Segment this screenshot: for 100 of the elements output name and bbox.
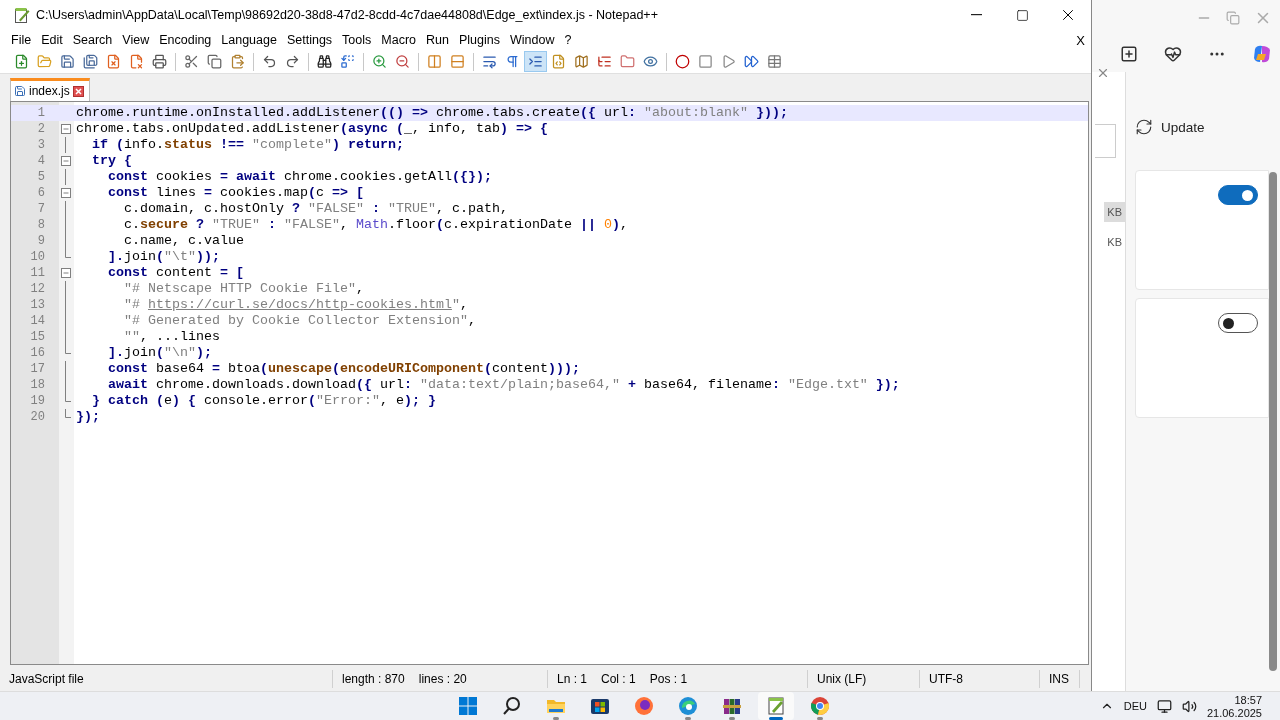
close-all-icon bbox=[129, 54, 144, 69]
stop-icon bbox=[698, 54, 713, 69]
minimize-icon bbox=[970, 14, 982, 16]
line-number: 3 bbox=[36, 137, 46, 153]
open-folder-icon bbox=[37, 54, 52, 69]
menu-item[interactable]: Window bbox=[504, 33, 560, 47]
close-file-icon bbox=[106, 54, 121, 69]
fast-forward-icon bbox=[744, 54, 759, 69]
fold-end-line bbox=[65, 409, 71, 418]
toggle-switch[interactable] bbox=[1218, 313, 1258, 333]
volume-icon[interactable] bbox=[1181, 698, 1197, 714]
window-title: C:\Users\admin\AppData\Local\Temp\98692d20-38d8-47d2-8cdd-4c7dae44808d\Edge_ext\index.js - Notepad++ bbox=[36, 8, 659, 22]
menu-item[interactable]: Encoding bbox=[154, 33, 217, 47]
code-editor[interactable] bbox=[10, 101, 1089, 665]
cut-icon bbox=[184, 54, 199, 69]
firefox-icon bbox=[634, 696, 654, 716]
status-text: UTF-8 bbox=[929, 672, 963, 686]
menu-item[interactable]: ? bbox=[559, 33, 577, 47]
menu-item[interactable]: Tools bbox=[337, 33, 377, 47]
menu-item[interactable]: Language bbox=[216, 33, 282, 47]
input-field[interactable] bbox=[1095, 124, 1116, 158]
chrome-icon bbox=[810, 696, 830, 716]
print-icon bbox=[152, 54, 167, 69]
fold-line bbox=[65, 169, 67, 185]
code-line: const lines = cookies.map(c => [ bbox=[107, 185, 364, 201]
line-number: 1 bbox=[36, 105, 46, 121]
fold-minus-icon[interactable] bbox=[61, 268, 71, 278]
code-line: await chrome.downloads.download({ url: "data:text/plain;base64," + base64, filename: "Edge.txt" }); bbox=[107, 377, 900, 393]
code-line: "# https://curl.se/docs/http-cookies.html", bbox=[123, 297, 468, 313]
fold-end-line bbox=[65, 249, 71, 258]
heart-icon[interactable] bbox=[1164, 44, 1182, 63]
scrollbar[interactable] bbox=[1269, 172, 1277, 671]
update-button[interactable]: Update bbox=[1161, 119, 1205, 135]
menu-item[interactable]: Search bbox=[67, 33, 118, 47]
zoom-out-icon bbox=[395, 54, 410, 69]
line-number: 20 bbox=[29, 409, 46, 425]
toggle-switch[interactable] bbox=[1218, 185, 1258, 205]
line-number: 11 bbox=[29, 265, 46, 281]
line-number: 13 bbox=[29, 297, 46, 313]
menu-item[interactable]: Plugins bbox=[453, 33, 505, 47]
line-number: 19 bbox=[29, 393, 46, 409]
line-number: 18 bbox=[29, 377, 46, 393]
status-text: INS bbox=[1049, 672, 1069, 686]
close-document-button[interactable]: X bbox=[1076, 32, 1085, 48]
line-number: 4 bbox=[36, 153, 46, 169]
refresh-icon bbox=[1135, 118, 1153, 136]
indent-button[interactable] bbox=[524, 51, 547, 72]
paste-icon bbox=[230, 54, 245, 69]
network-icon[interactable] bbox=[1156, 698, 1172, 714]
windows-start-icon bbox=[458, 696, 478, 716]
close-icon[interactable] bbox=[72, 85, 84, 97]
collections-icon[interactable] bbox=[1120, 44, 1138, 63]
search-icon bbox=[502, 696, 522, 716]
fold-end-line bbox=[65, 393, 71, 402]
play-icon bbox=[721, 54, 736, 69]
fold-minus-icon[interactable] bbox=[61, 124, 71, 134]
code-link[interactable]: https://curl.se/docs/http-cookies.html bbox=[148, 297, 452, 312]
menu-item[interactable]: Settings bbox=[281, 33, 338, 47]
menu-item[interactable]: View bbox=[117, 33, 155, 47]
line-number: 8 bbox=[36, 217, 46, 233]
columns-icon bbox=[427, 54, 442, 69]
store-icon bbox=[590, 696, 610, 716]
fold-line bbox=[65, 137, 67, 153]
line-number: 9 bbox=[36, 233, 46, 249]
menu-item[interactable]: Edit bbox=[36, 33, 68, 47]
menu-item[interactable]: Run bbox=[421, 33, 454, 47]
code-line: if (info.status !== "complete") return; bbox=[91, 137, 404, 153]
maximize-icon bbox=[1015, 8, 1029, 22]
status-text: length : 870 bbox=[342, 672, 405, 686]
file-tab[interactable]: index.js bbox=[10, 78, 90, 101]
clock-time[interactable]: 18:57 bbox=[1234, 693, 1262, 706]
table-icon bbox=[767, 54, 782, 69]
status-text: Col : 1 bbox=[601, 672, 636, 686]
code-line: "# Generated by Cookie Collector Extension", bbox=[123, 313, 476, 329]
save-icon bbox=[60, 54, 75, 69]
zoom-in-icon bbox=[372, 54, 387, 69]
size-label: KB bbox=[1106, 235, 1123, 250]
line-number: 10 bbox=[29, 249, 46, 265]
code-line: "# Netscape HTTP Cookie File", bbox=[123, 281, 364, 297]
copilot-icon[interactable] bbox=[1252, 43, 1272, 64]
menu-item[interactable]: File bbox=[6, 33, 37, 47]
new-file-icon bbox=[14, 54, 29, 69]
language-indicator[interactable]: DEU bbox=[1123, 700, 1147, 712]
status-text: lines : 20 bbox=[418, 672, 467, 686]
fold-minus-icon[interactable] bbox=[61, 188, 71, 198]
find-icon bbox=[317, 54, 332, 69]
redo-icon bbox=[285, 54, 300, 69]
eye-icon bbox=[643, 54, 658, 69]
fold-minus-icon[interactable] bbox=[61, 156, 71, 166]
close-icon[interactable] bbox=[1096, 66, 1110, 80]
code-line: ].join("\t")); bbox=[107, 249, 220, 265]
menu-item[interactable]: Macro bbox=[376, 33, 422, 47]
line-number: 7 bbox=[36, 201, 46, 217]
code-line: const content = [ bbox=[107, 265, 244, 281]
code-line: chrome.tabs.onUpdated.addListener(async (_, info, tab) => { bbox=[76, 121, 548, 137]
map-icon bbox=[574, 54, 589, 69]
clock-date[interactable]: 21.06.2025 bbox=[1206, 706, 1262, 719]
winrar-icon bbox=[722, 696, 742, 716]
line-number: 6 bbox=[36, 185, 46, 201]
notepad-icon bbox=[766, 696, 786, 716]
